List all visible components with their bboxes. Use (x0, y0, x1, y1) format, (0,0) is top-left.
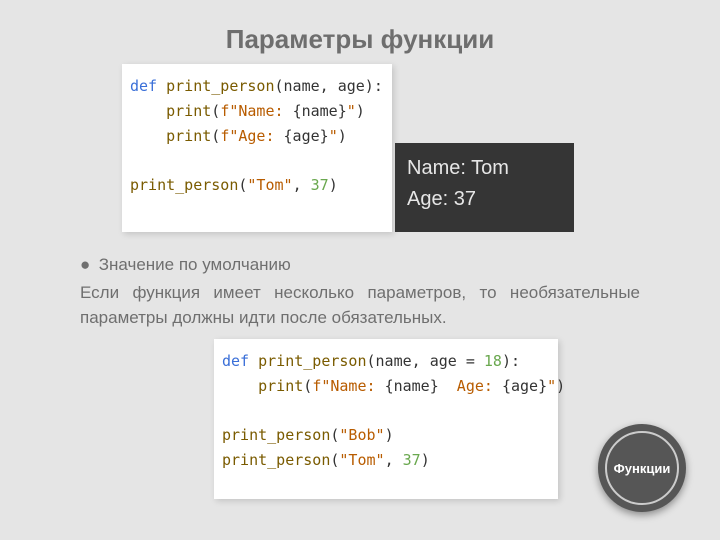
print-call: print (166, 102, 211, 120)
params: (name, age = (367, 352, 484, 370)
indent (222, 377, 258, 395)
str-part: f"Name: (220, 102, 292, 120)
placeholder: {name} (385, 377, 439, 395)
default-num: 18 (484, 352, 502, 370)
bullet-icon: ● (80, 252, 94, 278)
paren: ( (303, 377, 312, 395)
print-call: print (166, 127, 211, 145)
output-line: Age: 37 (407, 184, 562, 215)
paren: ) (385, 426, 394, 444)
slide: Параметры функции def print_person(name,… (0, 0, 720, 540)
arg-str: "Tom" (339, 451, 384, 469)
fn-name: print_person (249, 352, 366, 370)
fn-call: print_person (130, 176, 238, 194)
body-text: ● Значение по умолчанию Если функция име… (80, 252, 640, 331)
badge-functions: Функции (598, 424, 686, 512)
indent (130, 102, 166, 120)
paren: ) (556, 377, 565, 395)
paren: ) (356, 102, 365, 120)
output-block: Name: Tom Age: 37 (395, 143, 574, 232)
arg-num: 37 (403, 451, 421, 469)
bullet-row: ● Значение по умолчанию (80, 252, 640, 278)
params: (name, age): (275, 77, 383, 95)
str-part: f"Age: (220, 127, 283, 145)
arg-str: "Bob" (339, 426, 384, 444)
params: ): (502, 352, 520, 370)
paren: ) (338, 127, 347, 145)
arg-str: "Tom" (247, 176, 292, 194)
fn-call: print_person (222, 451, 330, 469)
kw-def: def (130, 77, 157, 95)
fn-call: print_person (222, 426, 330, 444)
placeholder: {name} (293, 102, 347, 120)
code-block-default: def print_person(name, age = 18): print(… (214, 339, 558, 499)
str-end: " (347, 102, 356, 120)
comma: , (385, 451, 403, 469)
str-mid: Age: (439, 377, 502, 395)
arg-num: 37 (311, 176, 329, 194)
bullet-text: Значение по умолчанию (99, 255, 291, 274)
str-part: f"Name: (312, 377, 384, 395)
placeholder: {age} (284, 127, 329, 145)
badge-ring: Функции (605, 431, 679, 505)
placeholder: {age} (502, 377, 547, 395)
code-block-basic: def print_person(name, age): print(f"Nam… (122, 64, 392, 232)
fn-name: print_person (157, 77, 274, 95)
paren: ( (211, 127, 220, 145)
paren: ) (421, 451, 430, 469)
badge-label: Функции (614, 461, 671, 476)
comma: , (293, 176, 311, 194)
paren: ( (211, 102, 220, 120)
print-call: print (258, 377, 303, 395)
paragraph: Если функция имеет несколько параметров,… (80, 280, 640, 331)
page-title: Параметры функции (0, 0, 720, 55)
indent (130, 127, 166, 145)
str-end: " (547, 377, 556, 395)
output-line: Name: Tom (407, 153, 562, 184)
kw-def: def (222, 352, 249, 370)
paren: ) (329, 176, 338, 194)
str-end: " (329, 127, 338, 145)
